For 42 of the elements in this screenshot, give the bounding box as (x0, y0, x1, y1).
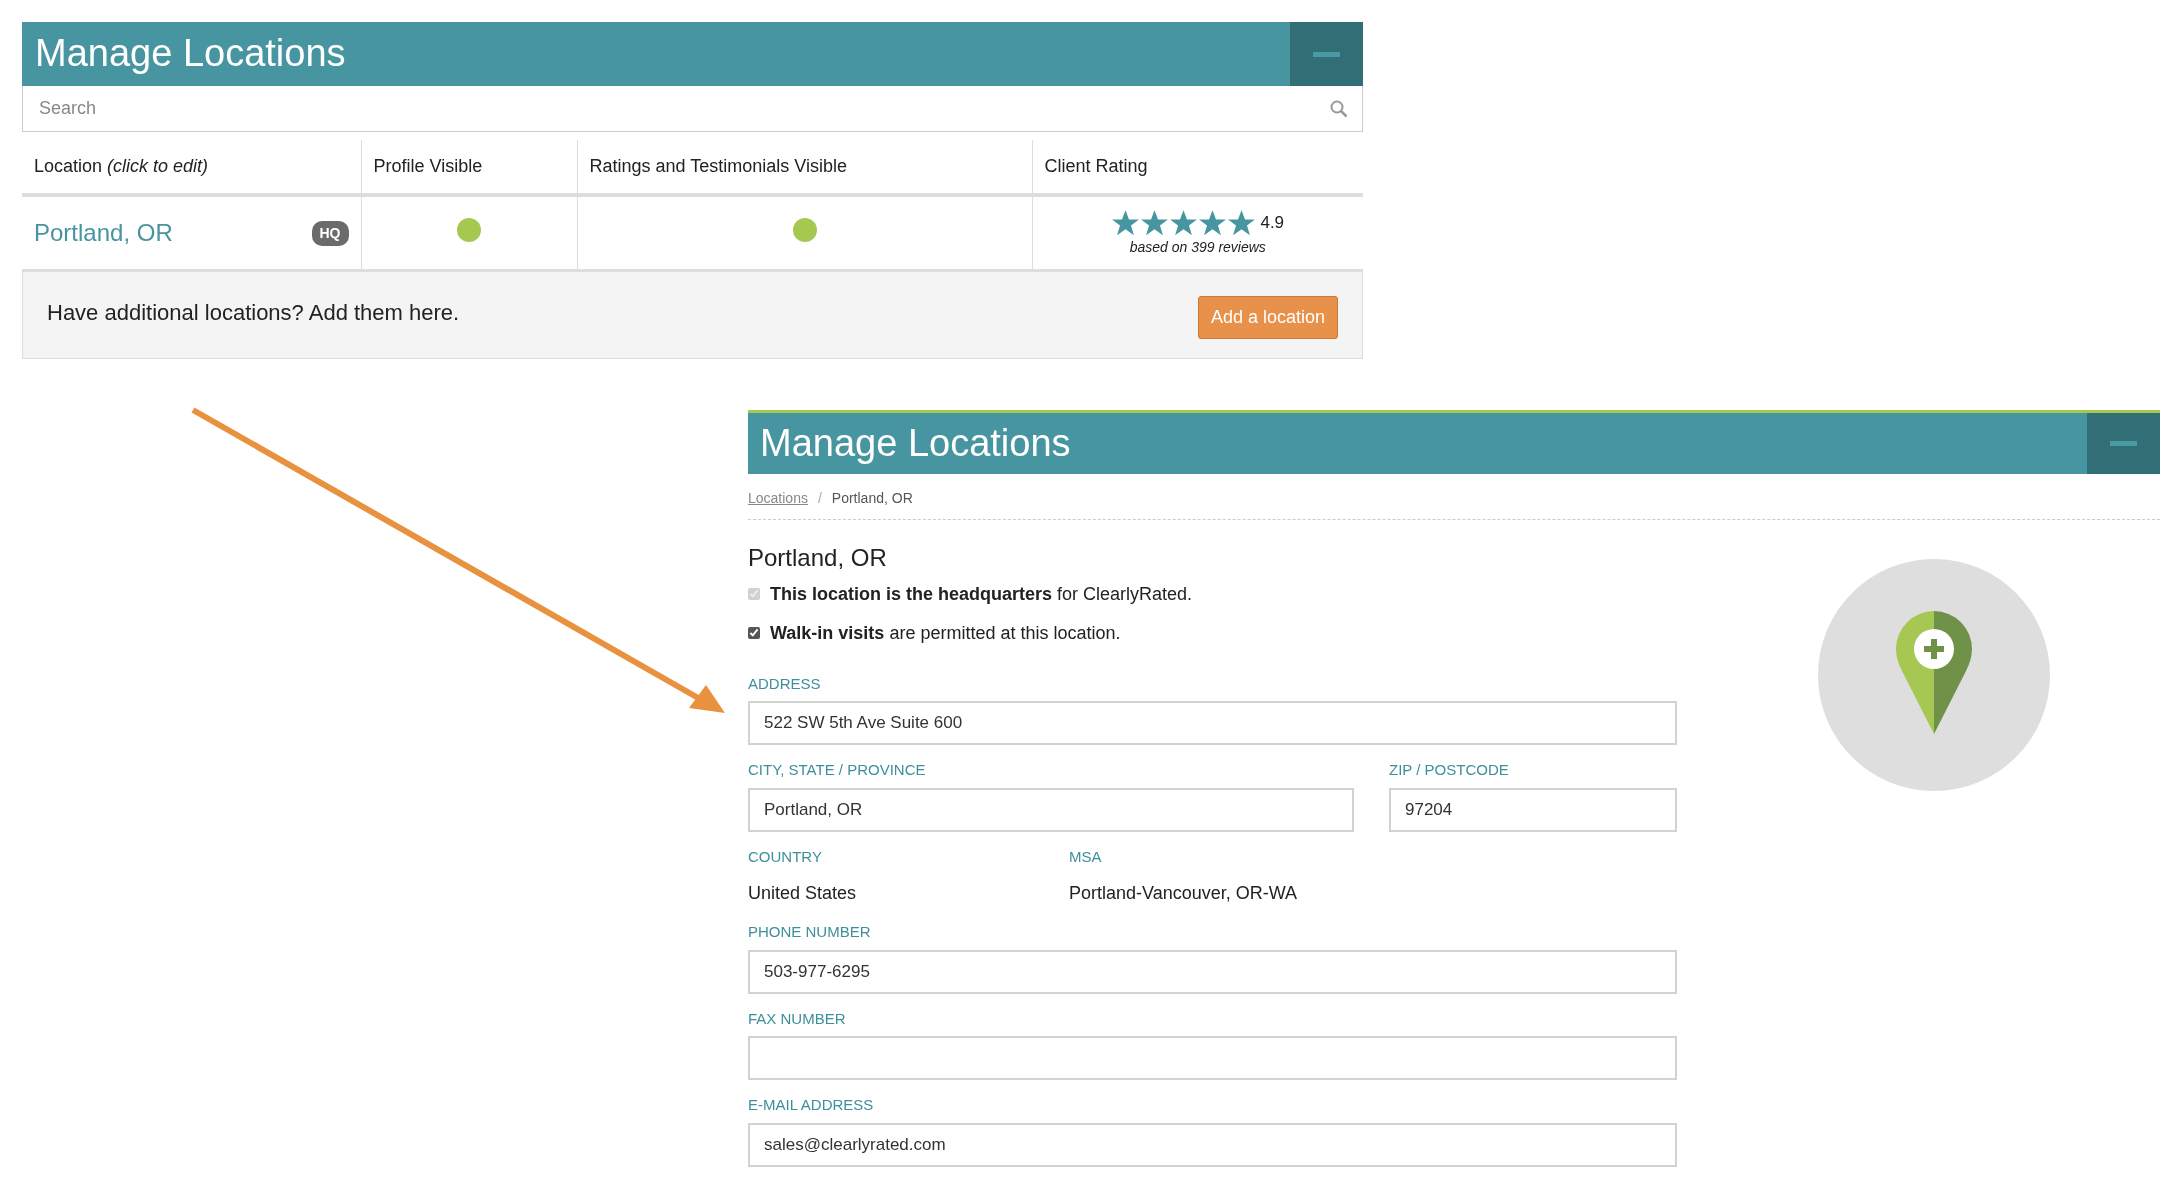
collapse-button[interactable] (1290, 22, 1363, 86)
column-header: Client Rating (1032, 140, 1363, 195)
input-field[interactable]: 97204 (1389, 787, 1677, 832)
checkbox-label: Walk-in visits are permitted at this location. (770, 621, 1121, 645)
field-label: PHONE NUMBER (748, 922, 872, 943)
field-label: FAX NUMBER (748, 1008, 847, 1029)
input-field[interactable]: Portland, OR (748, 787, 1354, 832)
breadcrumb-link[interactable]: Locations (748, 488, 808, 509)
field-label: CITY, STATE / PROVINCE (748, 760, 927, 781)
field-value: Portland-Vancouver, OR-WA (1069, 882, 1299, 906)
footer-text: Have additional locations? Add them here. (47, 299, 460, 327)
search-bar[interactable]: Search (22, 86, 1363, 132)
breadcrumb-separator: / (817, 489, 822, 508)
rating-value: 4.9 (1260, 211, 1285, 234)
star-icon (1227, 208, 1257, 237)
panel-title: Manage Locations (759, 420, 1071, 466)
star-icon (1169, 208, 1199, 237)
field-label: MSA (1069, 846, 1103, 867)
star-icon (1140, 208, 1170, 237)
checkbox[interactable] (748, 627, 760, 640)
field-value: United States (748, 882, 858, 906)
collapse-button[interactable] (2087, 413, 2160, 474)
field-label: E-MAIL ADDRESS (748, 1095, 875, 1116)
location-heading: Portland, OR (748, 544, 888, 573)
column-header: Location (click to edit) (22, 140, 361, 195)
input-field[interactable]: 522 SW 5th Ave Suite 600 (748, 701, 1677, 746)
search-icon[interactable] (1330, 99, 1348, 118)
panel-title: Manage Locations (34, 31, 346, 77)
input-field[interactable]: 503-977-6295 (748, 949, 1677, 994)
hq-badge: HQ (311, 220, 349, 246)
input-field[interactable]: sales@clearlyrated.com (748, 1122, 1677, 1167)
field-label: ZIP / POSTCODE (1389, 760, 1510, 781)
checkbox-label: This location is the headquarters for ClearlyRated. (770, 582, 1193, 606)
column-header: Ratings and Testimonials Visible (577, 140, 1032, 195)
star-icon (1198, 208, 1228, 237)
input-field[interactable] (748, 1036, 1677, 1081)
field-label: ADDRESS (748, 673, 822, 694)
star-icon (1111, 208, 1141, 237)
column-header: Profile Visible (361, 140, 577, 195)
field-label: COUNTRY (748, 846, 823, 867)
breadcrumb-current: Portland, OR (831, 489, 913, 508)
review-count: based on 399 reviews (1128, 237, 1267, 257)
